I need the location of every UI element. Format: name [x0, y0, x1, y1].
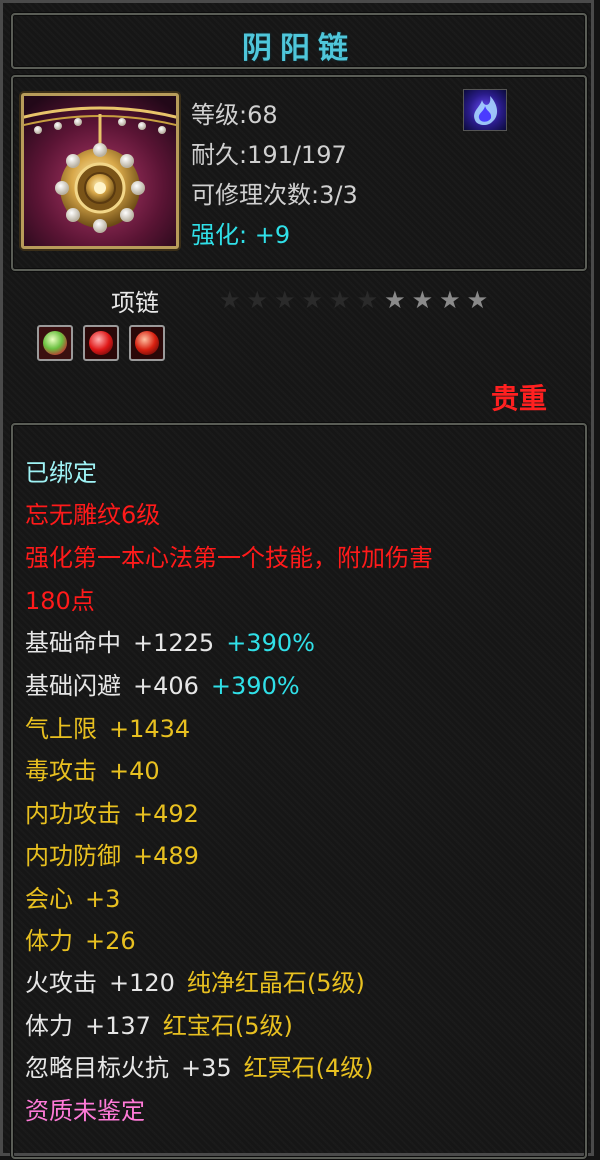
- red-gem-icon[interactable]: [129, 325, 165, 361]
- item-tooltip: 阴阳链 等级:68 耐久:191/197 可修理次数:3/3 强化: +9 项链…: [0, 0, 594, 1159]
- skill-bonus-line2: 180点: [25, 587, 95, 615]
- stat-label: 毒攻击: [25, 757, 97, 785]
- stat-label: 气上限: [25, 715, 97, 743]
- item-name: 阴阳链: [242, 31, 356, 66]
- star-icon: ★: [384, 286, 406, 314]
- star-rating: ★ ★ ★ ★ ★ ★ ★ ★ ★ ★: [219, 287, 488, 313]
- stat-value: +1225: [133, 629, 215, 657]
- star-icon: ★: [329, 286, 351, 314]
- star-icon: ★: [411, 286, 434, 314]
- stat-label: 体力: [25, 927, 73, 955]
- skill-bonus-line1: 强化第一本心法第一个技能，附加伤害: [25, 544, 433, 572]
- quality-status: 资质未鉴定: [25, 1097, 145, 1125]
- stat-value: +137: [85, 1012, 151, 1040]
- item-type: 项链: [111, 289, 159, 317]
- gem-stat-row: 忽略目标火抗 +35 红冥石(4级): [25, 1048, 374, 1083]
- stat-value: +40: [109, 757, 160, 785]
- star-icon: ★: [219, 286, 241, 314]
- star-icon: ★: [466, 286, 489, 314]
- star-icon: ★: [274, 286, 296, 314]
- gem-stat-row: 体力 +137 红宝石(5级): [25, 1006, 293, 1041]
- enhance-label: 强化:: [191, 221, 248, 249]
- stat-value: +492: [133, 800, 199, 828]
- stat-value: +3: [85, 885, 121, 913]
- gem-name: 红宝石(5级): [162, 1012, 293, 1040]
- stat-label: 体力: [25, 1012, 73, 1040]
- title-panel: 阴阳链: [11, 13, 587, 69]
- gem-name: 纯净红晶石(5级): [186, 969, 365, 997]
- stat-label: 会心: [25, 885, 73, 913]
- level-text: 等级:68: [191, 101, 278, 129]
- stat-label: 内功攻击: [25, 800, 121, 828]
- stat-row: 内功攻击 +492: [25, 794, 199, 829]
- stat-value: +26: [85, 927, 136, 955]
- engraving-text: 忘无雕纹6级: [25, 501, 161, 529]
- star-icon: ★: [301, 286, 324, 314]
- stat-label: 忽略目标火抗: [25, 1054, 169, 1082]
- stat-row: 内功防御 +489: [25, 836, 199, 871]
- stat-value: +35: [181, 1054, 232, 1082]
- gem-sockets: [37, 325, 165, 361]
- stat-label: 基础命中: [25, 629, 121, 657]
- enhance-text: 强化: +9: [191, 215, 290, 250]
- stat-row: 体力 +26: [25, 921, 136, 956]
- blue-flame-icon[interactable]: [463, 89, 507, 131]
- stat-bonus: +390%: [210, 672, 300, 700]
- green-gem-icon[interactable]: [37, 325, 73, 361]
- stat-row: 会心 +3: [25, 879, 120, 914]
- necklace-icon[interactable]: [21, 93, 179, 249]
- red-gem-icon[interactable]: [83, 325, 119, 361]
- star-icon: ★: [356, 286, 379, 314]
- gem-name: 红冥石(4级): [243, 1054, 374, 1082]
- bound-status: 已绑定: [25, 459, 97, 487]
- stat-bonus: +390%: [226, 629, 315, 657]
- gem-stat-row: 火攻击 +120 纯净红晶石(5级): [25, 963, 365, 998]
- stat-row: 毒攻击 +40: [25, 751, 160, 786]
- stat-value: +406: [133, 672, 199, 700]
- stat-row: 气上限 +1434: [25, 709, 190, 744]
- rarity-label: 贵重: [491, 382, 548, 415]
- star-icon: ★: [439, 286, 461, 314]
- stat-row: 基础命中 +1225 +390%: [25, 623, 315, 658]
- stat-value: +120: [109, 969, 175, 997]
- stat-label: 火攻击: [25, 969, 97, 997]
- durability-text: 耐久:191/197: [191, 141, 347, 169]
- stat-value: +1434: [109, 715, 191, 743]
- stat-label: 基础闪避: [25, 672, 121, 700]
- repair-count-text: 可修理次数:3/3: [191, 181, 358, 209]
- star-icon: ★: [246, 286, 269, 314]
- stat-value: +489: [133, 842, 199, 870]
- stat-row: 基础闪避 +406 +390%: [25, 666, 300, 701]
- enhance-value: +9: [254, 221, 291, 249]
- stat-label: 内功防御: [25, 842, 121, 870]
